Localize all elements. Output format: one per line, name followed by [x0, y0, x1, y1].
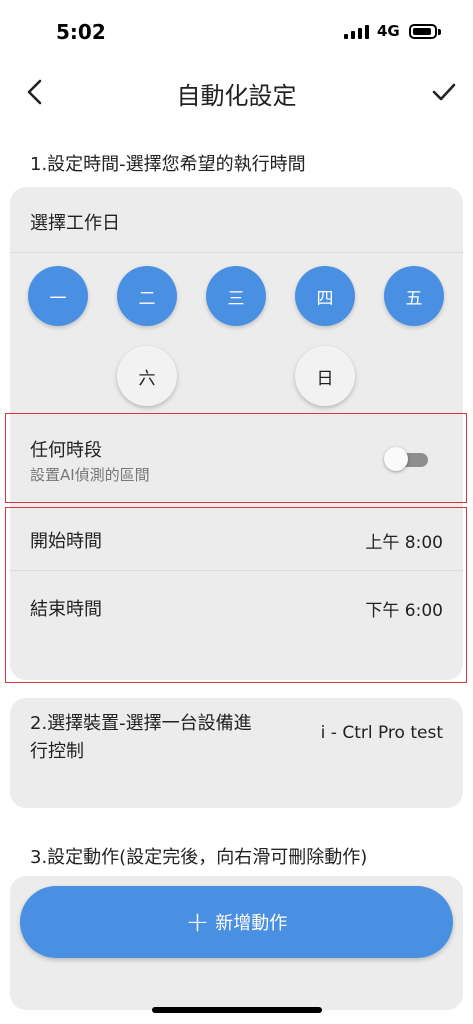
- battery-cap: [438, 29, 441, 35]
- add-action-button[interactable]: + 新增動作: [20, 886, 453, 958]
- battery-icon: [409, 24, 437, 39]
- day-mon-button[interactable]: 一: [28, 266, 88, 326]
- confirm-button[interactable]: [428, 72, 460, 112]
- day-label: 五: [405, 288, 423, 309]
- day-fri-button[interactable]: 五: [384, 266, 444, 326]
- weekday-title: 選擇工作日: [30, 213, 120, 234]
- any-time-label: 任何時段: [30, 440, 102, 461]
- day-sun-button[interactable]: 日: [295, 346, 355, 406]
- add-action-label: 新增動作: [215, 913, 288, 934]
- day-label: 一: [49, 288, 67, 309]
- device-value: i - Ctrl Pro test: [320, 723, 443, 743]
- section2-heading-line1: 2.選擇裝置-選擇一台設備進: [30, 713, 252, 734]
- start-time-label: 開始時間: [30, 531, 102, 552]
- day-tue-button[interactable]: 二: [117, 266, 177, 326]
- plus-icon: +: [185, 905, 210, 938]
- section2-heading-line2: 行控制: [30, 741, 84, 762]
- day-label: 三: [227, 288, 245, 309]
- page-title: 自動化設定: [176, 82, 297, 110]
- home-indicator: [152, 1007, 322, 1013]
- signal-strength-icon: [344, 25, 369, 39]
- start-time-value: 上午 8:00: [365, 533, 443, 553]
- status-time: 5:02: [56, 20, 106, 44]
- section1-heading: 1.設定時間-選擇您希望的執行時間: [30, 154, 306, 175]
- day-thu-button[interactable]: 四: [295, 266, 355, 326]
- any-time-toggle[interactable]: [384, 447, 430, 471]
- any-time-sublabel: 設置AI偵測的區間: [30, 466, 150, 484]
- divider: [10, 252, 463, 253]
- toggle-knob: [384, 447, 408, 471]
- checkmark-icon: [432, 83, 456, 101]
- network-type: 4G: [377, 22, 400, 40]
- end-time-value: 下午 6:00: [365, 601, 443, 621]
- end-time-label: 結束時間: [30, 599, 102, 620]
- day-label: 日: [316, 368, 334, 389]
- day-label: 六: [138, 368, 156, 389]
- divider: [10, 570, 463, 571]
- day-wed-button[interactable]: 三: [206, 266, 266, 326]
- day-label: 二: [138, 288, 156, 309]
- day-label: 四: [316, 288, 334, 309]
- section3-heading: 3.設定動作(設定完後，向右滑可刪除動作): [30, 847, 368, 868]
- day-sat-button[interactable]: 六: [117, 346, 177, 406]
